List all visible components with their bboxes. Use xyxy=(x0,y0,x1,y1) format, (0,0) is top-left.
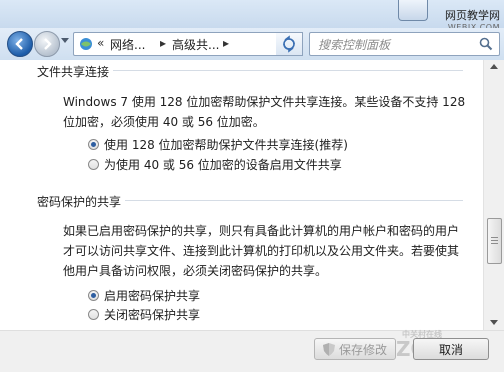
radio-enable-password-sharing[interactable]: 启用密码保护共享 xyxy=(88,287,200,304)
recent-pages-dropdown[interactable] xyxy=(61,38,69,43)
file-sharing-description: Windows 7 使用 128 位加密帮助保护文件共享连接。某些设备不支持 1… xyxy=(63,92,465,132)
description-line: Windows 7 使用 128 位加密帮助保护文件共享连接。某些设备不支持 1… xyxy=(63,95,466,109)
window-control-button[interactable] xyxy=(398,0,428,21)
forward-button[interactable] xyxy=(34,31,60,57)
radio-disable-password-sharing[interactable]: 关闭密码保护共享 xyxy=(88,306,200,323)
breadcrumb-overflow[interactable]: « xyxy=(97,36,104,50)
settings-content: 文件共享连接 Windows 7 使用 128 位加密帮助保护文件共享连接。某些… xyxy=(0,60,483,330)
search-placeholder: 搜索控制面板 xyxy=(318,38,391,52)
radio-40-56bit[interactable]: 为使用 40 或 56 位加密的设备启用文件共享 xyxy=(88,156,342,173)
uac-shield-icon xyxy=(322,342,335,356)
password-sharing-description: 如果已启用密码保护的共享，则只有具备此计算机的用户帐户和密码的用户 才可以访问共… xyxy=(63,221,459,281)
address-bar[interactable]: « 网络... ▸ 高级共... ▸ xyxy=(73,32,303,56)
chevron-right-icon[interactable]: ▸ xyxy=(160,36,166,50)
cancel-label: 取消 xyxy=(438,342,463,357)
network-folder-icon xyxy=(80,38,92,50)
refresh-icon xyxy=(283,35,295,53)
radio-label[interactable]: 关闭密码保护共享 xyxy=(104,306,200,323)
arrow-left-icon xyxy=(15,38,23,50)
breadcrumb-item-advanced[interactable]: 高级共... xyxy=(172,36,219,53)
radio-label[interactable]: 使用 128 位加密帮助保护文件共享连接(推荐) xyxy=(104,136,348,153)
cancel-button[interactable]: 取消 xyxy=(413,338,489,360)
scrollbar-thumb[interactable] xyxy=(487,218,502,264)
vertical-scrollbar[interactable] xyxy=(483,60,504,330)
watermark-text: 网页教学网 xyxy=(445,9,500,22)
radio-unselected-icon[interactable] xyxy=(88,309,99,320)
scroll-up-icon[interactable] xyxy=(490,64,498,69)
password-sharing-title: 密码保护的共享 xyxy=(37,193,126,210)
radio-128bit[interactable]: 使用 128 位加密帮助保护文件共享连接(推荐) xyxy=(88,136,348,153)
chevron-right-icon[interactable]: ▸ xyxy=(223,36,229,50)
scroll-down-icon[interactable] xyxy=(490,320,498,325)
navigation-bar: « 网络... ▸ 高级共... ▸ 搜索控制面板 xyxy=(0,28,504,60)
save-changes-button[interactable]: 保存修改 xyxy=(314,338,396,360)
breadcrumb-item-network[interactable]: 网络... xyxy=(110,36,145,53)
save-changes-label: 保存修改 xyxy=(338,342,387,357)
radio-label[interactable]: 为使用 40 或 56 位加密的设备启用文件共享 xyxy=(104,156,342,173)
radio-selected-icon[interactable] xyxy=(88,290,99,301)
radio-selected-icon[interactable] xyxy=(88,139,99,150)
description-line: 位加密，必须使用 40 或 56 位加密。 xyxy=(63,115,265,129)
window-titlebar: 网页教学网 WEBJX.COM xyxy=(0,0,504,32)
file-sharing-title: 文件共享连接 xyxy=(37,63,114,80)
radio-label[interactable]: 启用密码保护共享 xyxy=(104,287,200,304)
radio-unselected-icon[interactable] xyxy=(88,159,99,170)
refresh-button[interactable] xyxy=(276,32,303,56)
description-line: 他用户具备访问权限，必须关闭密码保护的共享。 xyxy=(63,264,328,278)
back-button[interactable] xyxy=(7,31,33,57)
search-box[interactable]: 搜索控制面板 xyxy=(309,32,500,56)
search-icon[interactable] xyxy=(479,37,493,51)
dialog-footer: 保存修改 中关村在线 ZOL 取消 xyxy=(0,330,504,372)
description-line: 如果已启用密码保护的共享，则只有具备此计算机的用户帐户和密码的用户 xyxy=(63,224,460,238)
arrow-right-icon xyxy=(44,38,52,50)
description-line: 才可以访问共享文件、连接到此计算机的打印机以及公用文件夹。若要使其 xyxy=(63,244,460,258)
